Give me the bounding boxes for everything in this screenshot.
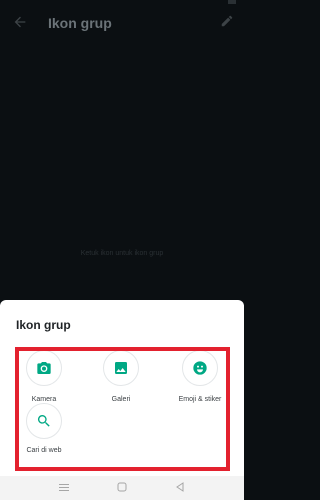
recents-icon[interactable] <box>59 482 69 492</box>
sheet-title: Ikon grup <box>16 318 71 332</box>
back-icon[interactable] <box>175 482 185 492</box>
back-arrow-icon[interactable] <box>12 14 28 30</box>
navigation-bar <box>0 476 244 500</box>
status-indicator <box>228 0 236 4</box>
highlight-box <box>15 347 230 471</box>
page-title: Ikon grup <box>48 15 112 31</box>
app-bar: Ikon grup <box>0 0 244 48</box>
empty-state-text: Ketuk ikon untuk ikon grup <box>80 250 164 257</box>
home-icon[interactable] <box>117 482 127 492</box>
edit-icon[interactable] <box>220 14 234 28</box>
